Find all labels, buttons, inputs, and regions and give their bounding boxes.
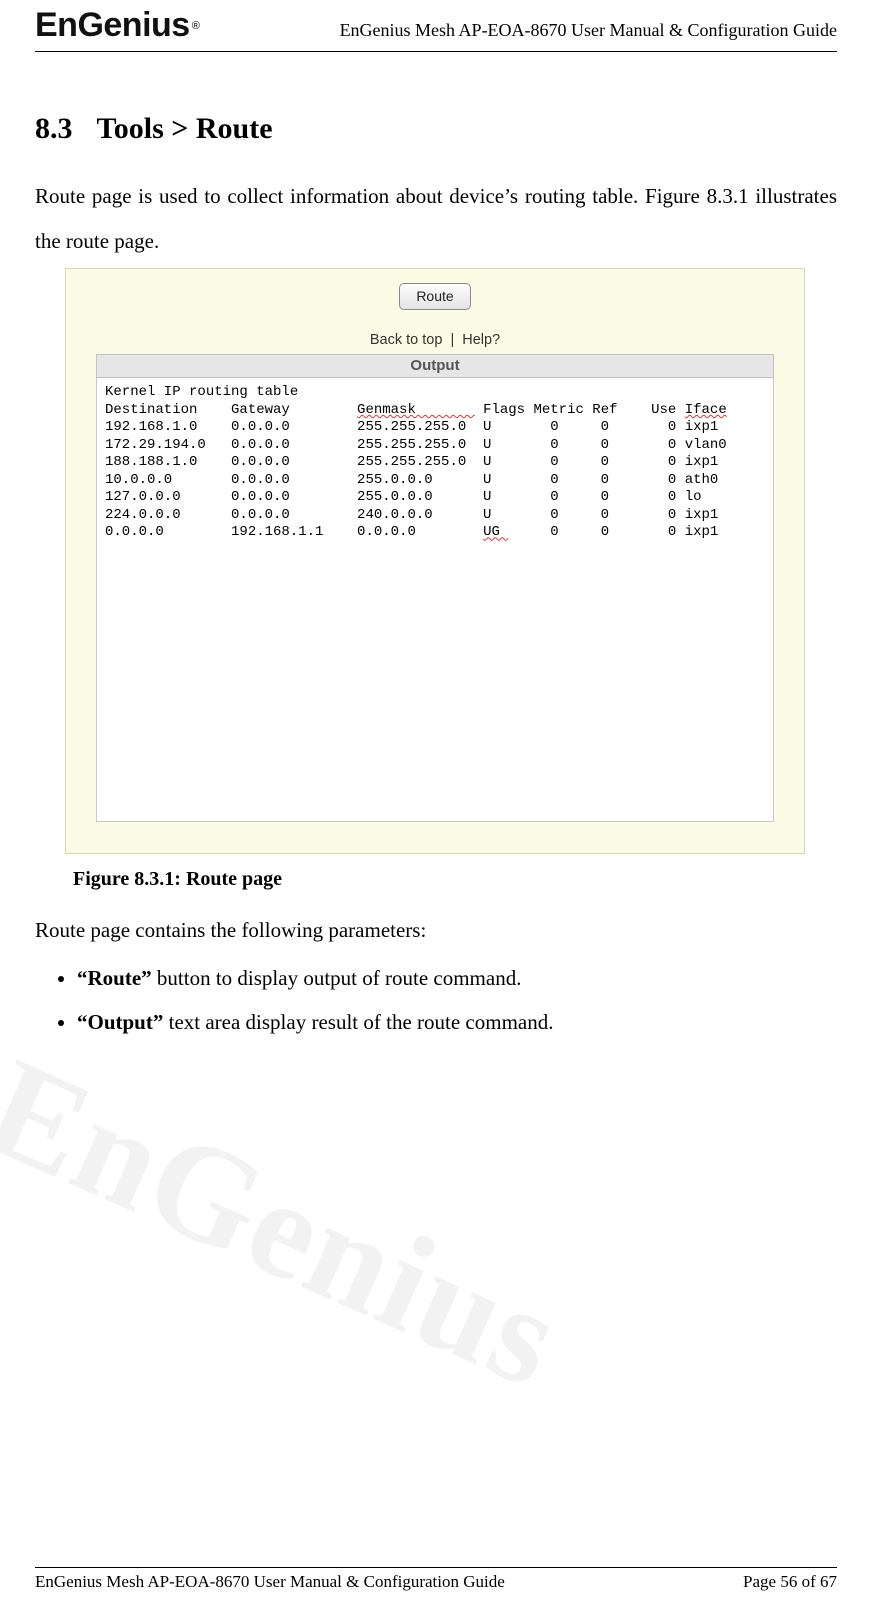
section-number: 8.3: [35, 112, 73, 146]
watermark-text: EnGenius: [0, 1026, 584, 1420]
logo-part-en: En: [35, 6, 77, 45]
param-desc: text area display result of the route co…: [163, 1010, 553, 1034]
route-page-screenshot: Route Back to top | Help? Output Kernel …: [65, 268, 805, 854]
param-name: “Route”: [77, 966, 152, 990]
help-link[interactable]: Help?: [462, 332, 500, 348]
logo-registered-mark: ®: [192, 20, 200, 32]
param-desc: button to display output of route comman…: [152, 966, 522, 990]
footer-left: EnGenius Mesh AP-EOA-8670 User Manual & …: [35, 1572, 505, 1592]
figure-wrapper: Route Back to top | Help? Output Kernel …: [65, 268, 805, 854]
page-header: EnGenius® EnGenius Mesh AP-EOA-8670 User…: [35, 0, 837, 52]
params-list: “Route” button to display output of rout…: [53, 957, 837, 1043]
header-doc-title: EnGenius Mesh AP-EOA-8670 User Manual & …: [340, 20, 837, 45]
list-item: “Route” button to display output of rout…: [77, 957, 837, 999]
footer-right: Page 56 of 67: [743, 1572, 837, 1592]
list-item: “Output” text area display result of the…: [77, 1001, 837, 1043]
back-to-top-link[interactable]: Back to top: [370, 332, 443, 348]
param-name: “Output”: [77, 1010, 163, 1034]
intro-paragraph: Route page is used to collect informatio…: [35, 174, 837, 264]
output-textarea[interactable]: Kernel IP routing table Destination Gate…: [96, 378, 774, 822]
figure-caption: Figure 8.3.1: Route page: [73, 868, 837, 891]
route-output-text: Kernel IP routing table Destination Gate…: [105, 384, 765, 542]
params-intro: Route page contains the following parame…: [35, 911, 837, 951]
logo: EnGenius®: [35, 6, 203, 45]
link-separator: |: [450, 332, 454, 348]
logo-part-ius: ius: [142, 6, 190, 45]
section-title: Tools > Route: [97, 112, 273, 145]
page-footer: EnGenius Mesh AP-EOA-8670 User Manual & …: [35, 1567, 837, 1592]
section-heading: 8.3 Tools > Route: [35, 112, 837, 146]
route-button[interactable]: Route: [399, 283, 470, 310]
page: EnGenius® EnGenius Mesh AP-EOA-8670 User…: [0, 0, 872, 1604]
sub-links: Back to top | Help?: [66, 332, 804, 348]
output-header-bar: Output: [96, 354, 774, 378]
logo-part-gen: Gen: [77, 6, 142, 45]
